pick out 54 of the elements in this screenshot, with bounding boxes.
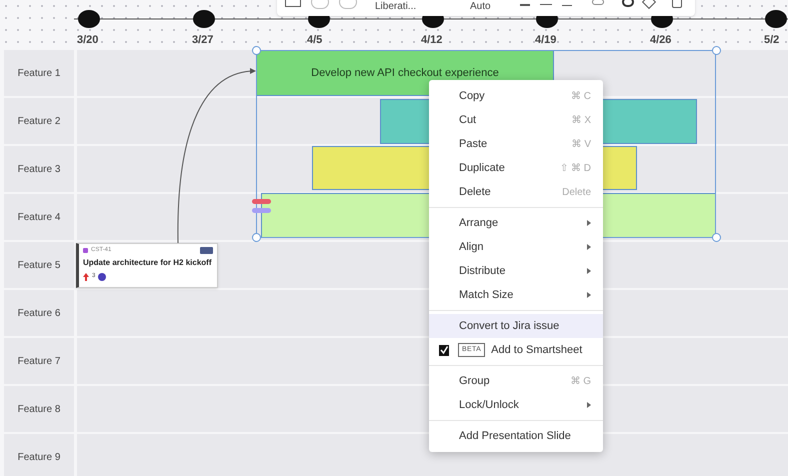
submenu-caret-icon — [587, 244, 591, 250]
row-label: Feature 1 — [4, 50, 74, 96]
shortcut-hint: Delete — [562, 186, 591, 200]
font-dropdown[interactable]: Liberati... — [375, 1, 460, 13]
selection-handle[interactable] — [712, 46, 721, 55]
menu-item[interactable]: Duplicate ⇧ ⌘ D — [429, 156, 603, 180]
status-stripes-icon — [252, 199, 272, 214]
timeline-date: 4/19 — [535, 33, 556, 48]
menu-item[interactable]: Distribute — [429, 259, 603, 283]
timeline-date: 4/26 — [650, 33, 672, 48]
menu-item[interactable]: Lock/Unlock — [429, 393, 603, 417]
checkbox-logo-icon — [439, 344, 449, 356]
timeline-date: 3/20 — [77, 33, 98, 48]
shortcut-hint: ⌘ X — [572, 114, 591, 128]
row-label: Feature 2 — [4, 98, 74, 144]
rectangle-icon[interactable] — [285, 0, 301, 7]
priority-arrow-icon — [83, 272, 89, 280]
size-dropdown[interactable]: Auto — [470, 1, 510, 13]
row-label: Feature 5 — [4, 242, 74, 288]
timeline-date: 3/27 — [192, 33, 214, 48]
timeline-date: 4/12 — [421, 33, 442, 48]
selection-handle[interactable] — [252, 233, 261, 242]
menu-item[interactable]: Align — [429, 235, 603, 259]
row-label: Feature 7 — [4, 338, 74, 384]
assignee-avatar — [98, 272, 106, 280]
fill-icon[interactable] — [622, 0, 634, 7]
submenu-caret-icon — [587, 220, 591, 226]
status-badge — [200, 247, 213, 254]
timeline-date: 5/2 — [764, 33, 780, 48]
shortcut-hint: ⌘ V — [572, 138, 591, 152]
shortcut-hint: ⌘ C — [571, 90, 591, 104]
timeline-date: 4/5 — [307, 33, 322, 48]
menu-item[interactable]: Delete Delete — [429, 180, 603, 204]
row-label: Feature 6 — [4, 290, 74, 336]
menu-item[interactable]: Group ⌘ G — [429, 369, 603, 393]
selection-handle[interactable] — [252, 46, 261, 55]
menu-item[interactable]: Cut ⌘ X — [429, 108, 603, 132]
submenu-caret-icon — [587, 292, 591, 298]
submenu-caret-icon — [587, 268, 591, 274]
menu-item[interactable]: Convert to Jira issue — [429, 314, 603, 338]
row-label: Feature 9 — [4, 434, 74, 476]
menu-item[interactable]: Paste ⌘ V — [429, 132, 603, 156]
menu-item[interactable]: Arrange — [429, 211, 603, 235]
issue-type-icon — [83, 248, 88, 253]
row-label: Feature 8 — [4, 386, 74, 432]
row-label: Feature 4 — [4, 194, 74, 240]
selection-handle[interactable] — [712, 233, 721, 242]
card-title: Update architecture for H2 kickoff — [83, 257, 212, 269]
menu-item[interactable]: Add Presentation Slide — [429, 424, 603, 448]
shortcut-hint: ⌘ G — [570, 374, 591, 388]
row-label: Feature 3 — [4, 146, 74, 192]
shortcut-hint: ⇧ ⌘ D — [560, 162, 591, 176]
submenu-caret-icon — [587, 402, 591, 408]
menu-item[interactable]: Match Size — [429, 283, 603, 307]
